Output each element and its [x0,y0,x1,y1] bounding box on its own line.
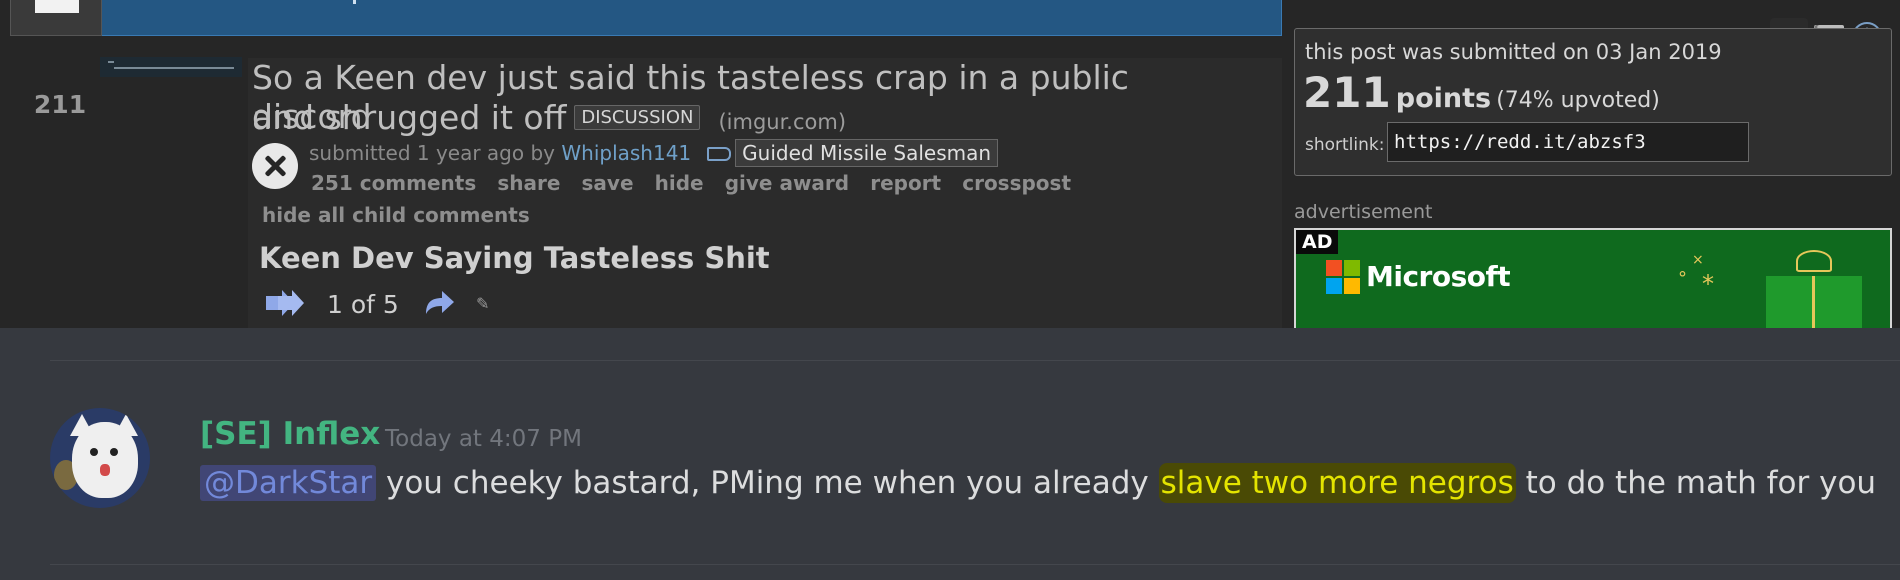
message-content: @DarkStar you cheeky bastard, PMing me w… [200,463,1877,503]
advertisement-label: advertisement [1294,201,1433,223]
ad-badge: AD [1296,230,1339,254]
points-value: 211 [1303,68,1391,117]
sparkle-icon: × [1692,252,1704,268]
submitted-on-date: this post was submitted on 03 Jan 2019 [1305,40,1722,64]
gift-icon [1766,276,1862,328]
discord-username[interactable]: [SE] Inflex [200,416,380,452]
post-actions: 251 comments share save hide give award … [311,171,1087,195]
previous-post-bar [10,0,1282,36]
ad-brand-name: Microsoft [1366,260,1511,293]
highlighted-text: slave two more negros [1158,463,1516,503]
upvote-percentage: (74% upvoted) [1496,88,1660,113]
user-flair-badge: Guided Missile Salesman [735,139,999,167]
post-domain[interactable]: (imgur.com) [718,110,846,134]
message-text-1: you cheeky bastard, PMing me when you al… [376,465,1159,501]
user-mention[interactable]: @DarkStar [200,465,377,501]
close-icon[interactable] [252,143,298,189]
topbar-text-fragment [353,0,356,4]
give-award-link[interactable]: give award [725,171,849,195]
discord-message-screenshot: [SE] Inflex Today at 4:07 PM @DarkStar y… [0,328,1900,580]
reddit-post-page: 211 So a Keen dev just said this tastele… [0,0,1900,328]
author-link[interactable]: Whiplash141 [561,141,691,165]
album-title: Keen Dev Saying Tasteless Shit [259,241,770,275]
double-arrow-icon[interactable] [264,288,306,318]
save-link[interactable]: save [582,171,634,195]
shortlink-field[interactable]: https://redd.it/abzsf3 [1387,122,1749,162]
forward-arrow-icon[interactable] [422,288,456,318]
post-title-line2[interactable]: and shrugged it off [252,98,566,137]
points-summary: 211 points (74% upvoted) [1303,68,1660,117]
post-thumbnail[interactable] [100,57,242,77]
post-flair-badge[interactable]: DISCUSSION [574,105,701,130]
crosspost-link[interactable]: crosspost [962,171,1071,195]
previous-post-thumbnail[interactable] [10,0,102,36]
hide-all-child-comments-link[interactable]: hide all child comments [262,203,530,227]
album-position: 1 of 5 [327,290,399,319]
sparkle-icon: * [1702,270,1714,298]
submitted-text: submitted 1 year ago by [309,141,556,165]
comments-link[interactable]: 251 comments [311,171,476,195]
message-text-2: to do the math for you [1515,465,1877,501]
post-score: 211 [33,90,87,119]
post-title-row2: and shrugged it off DISCUSSION (imgur.com) [252,98,846,137]
gift-bow-icon [1796,250,1832,272]
shortlink-label: shortlink: [1305,135,1385,155]
tag-icon[interactable] [707,147,732,161]
hide-link[interactable]: hide [655,171,704,195]
report-link[interactable]: report [870,171,941,195]
bottom-divider [50,564,1900,565]
points-label: points [1395,83,1492,114]
advertisement-banner[interactable]: AD Microsoft ° × * [1294,228,1892,328]
sparkle-icon: ° [1678,268,1687,289]
avatar[interactable] [50,408,150,508]
album-link-icon[interactable]: ✎ [476,294,489,313]
post-tagline: submitted 1 year ago by Whiplash141 Guide… [309,139,999,167]
share-link[interactable]: share [497,171,560,195]
microsoft-logo-icon [1326,260,1360,294]
message-timestamp: Today at 4:07 PM [385,426,582,452]
top-divider [50,360,1900,361]
